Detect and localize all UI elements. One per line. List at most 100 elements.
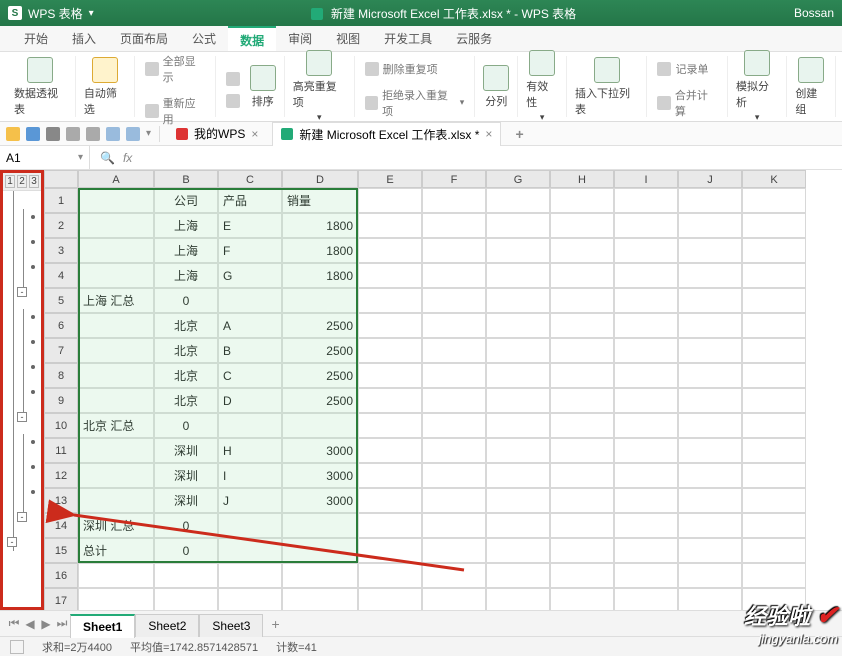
cell[interactable] bbox=[422, 588, 486, 610]
cell[interactable] bbox=[422, 188, 486, 213]
doc-tab-mywps[interactable]: 我的WPS × bbox=[168, 122, 266, 146]
cell[interactable] bbox=[742, 388, 806, 413]
row-header[interactable]: 11 bbox=[44, 438, 78, 463]
cell[interactable]: 北京 bbox=[154, 388, 218, 413]
cell[interactable] bbox=[742, 563, 806, 588]
cell[interactable]: B bbox=[218, 338, 282, 363]
cell[interactable] bbox=[614, 338, 678, 363]
col-header[interactable]: F bbox=[422, 170, 486, 188]
cell[interactable] bbox=[614, 263, 678, 288]
cell[interactable] bbox=[358, 188, 422, 213]
validation-button[interactable]: 有效性▾ bbox=[524, 48, 560, 125]
col-header[interactable]: J bbox=[678, 170, 742, 188]
cell[interactable]: 深圳 bbox=[154, 438, 218, 463]
cell[interactable] bbox=[218, 513, 282, 538]
cell[interactable] bbox=[358, 538, 422, 563]
cell[interactable] bbox=[78, 563, 154, 588]
cell[interactable] bbox=[614, 538, 678, 563]
outline-level-1[interactable]: 1 bbox=[5, 175, 15, 188]
cell[interactable] bbox=[422, 238, 486, 263]
cell[interactable] bbox=[550, 538, 614, 563]
cell[interactable] bbox=[614, 463, 678, 488]
cell[interactable] bbox=[422, 338, 486, 363]
cell[interactable] bbox=[218, 538, 282, 563]
cell[interactable] bbox=[486, 563, 550, 588]
cell[interactable] bbox=[218, 563, 282, 588]
cell[interactable] bbox=[742, 513, 806, 538]
fx-icon[interactable]: fx bbox=[123, 151, 132, 165]
cell[interactable] bbox=[678, 288, 742, 313]
cell[interactable] bbox=[358, 513, 422, 538]
cell[interactable]: 北京 bbox=[154, 363, 218, 388]
qat-dropdown-icon[interactable]: ▾ bbox=[146, 128, 151, 139]
print-icon[interactable] bbox=[46, 127, 60, 141]
cell[interactable] bbox=[742, 313, 806, 338]
cell[interactable] bbox=[218, 288, 282, 313]
text-to-columns-button[interactable]: 分列 bbox=[481, 63, 511, 111]
menu-tab-formula[interactable]: 公式 bbox=[180, 26, 228, 51]
cell[interactable] bbox=[78, 388, 154, 413]
cell[interactable]: 1800 bbox=[282, 213, 358, 238]
cell[interactable] bbox=[550, 238, 614, 263]
close-tab-icon[interactable]: × bbox=[251, 127, 258, 141]
new-tab-button[interactable]: + bbox=[507, 122, 531, 146]
cell[interactable]: H bbox=[218, 438, 282, 463]
row-header[interactable]: 8 bbox=[44, 363, 78, 388]
cell[interactable] bbox=[742, 338, 806, 363]
cell[interactable] bbox=[218, 413, 282, 438]
search-icon[interactable]: 🔍 bbox=[100, 151, 115, 165]
cell[interactable] bbox=[422, 263, 486, 288]
pivot-table-button[interactable]: 数据透视表 bbox=[12, 55, 69, 119]
cell[interactable] bbox=[678, 213, 742, 238]
cell[interactable] bbox=[550, 563, 614, 588]
cell[interactable] bbox=[742, 538, 806, 563]
cell[interactable]: 产品 bbox=[218, 188, 282, 213]
cell[interactable] bbox=[550, 438, 614, 463]
cell[interactable]: 3000 bbox=[282, 438, 358, 463]
col-header[interactable]: C bbox=[218, 170, 282, 188]
record-form-button[interactable]: 记录单 bbox=[653, 59, 712, 79]
cell[interactable] bbox=[78, 213, 154, 238]
name-box[interactable]: A1▾ bbox=[0, 146, 90, 169]
cell[interactable]: 上海 汇总 bbox=[78, 288, 154, 313]
sheet-nav-first-icon[interactable]: ⏮ bbox=[6, 616, 22, 631]
cell[interactable] bbox=[550, 413, 614, 438]
cell[interactable] bbox=[486, 313, 550, 338]
cell[interactable] bbox=[486, 363, 550, 388]
cell[interactable] bbox=[486, 438, 550, 463]
cell[interactable] bbox=[742, 213, 806, 238]
cell[interactable] bbox=[218, 588, 282, 610]
cell[interactable] bbox=[678, 388, 742, 413]
cell[interactable]: 北京 汇总 bbox=[78, 413, 154, 438]
show-all-button[interactable]: 全部显示 bbox=[141, 51, 209, 87]
cell[interactable] bbox=[678, 588, 742, 610]
cell[interactable] bbox=[358, 438, 422, 463]
cell[interactable] bbox=[422, 213, 486, 238]
cell[interactable]: 上海 bbox=[154, 238, 218, 263]
what-if-button[interactable]: 模拟分析▾ bbox=[734, 48, 780, 125]
cell[interactable]: 1800 bbox=[282, 238, 358, 263]
delete-duplicates-button[interactable]: 删除重复项 bbox=[361, 59, 442, 79]
cell[interactable] bbox=[614, 288, 678, 313]
cell[interactable] bbox=[742, 413, 806, 438]
open-icon[interactable] bbox=[6, 127, 20, 141]
cell[interactable] bbox=[154, 563, 218, 588]
create-group-button[interactable]: 创建组 bbox=[793, 55, 829, 119]
cell[interactable] bbox=[358, 313, 422, 338]
cell[interactable] bbox=[358, 413, 422, 438]
col-header[interactable]: D bbox=[282, 170, 358, 188]
cell[interactable] bbox=[486, 213, 550, 238]
cell[interactable] bbox=[614, 438, 678, 463]
cell[interactable] bbox=[78, 188, 154, 213]
cell[interactable] bbox=[486, 463, 550, 488]
menu-tab-dev[interactable]: 开发工具 bbox=[372, 26, 444, 51]
cell[interactable]: A bbox=[218, 313, 282, 338]
row-header[interactable]: 17 bbox=[44, 588, 78, 610]
cell[interactable]: 2500 bbox=[282, 338, 358, 363]
col-header[interactable]: A bbox=[78, 170, 154, 188]
row-header[interactable]: 16 bbox=[44, 563, 78, 588]
menu-tab-data[interactable]: 数据 bbox=[228, 26, 276, 51]
cell[interactable] bbox=[742, 188, 806, 213]
cell[interactable]: 北京 bbox=[154, 338, 218, 363]
cell[interactable] bbox=[282, 588, 358, 610]
